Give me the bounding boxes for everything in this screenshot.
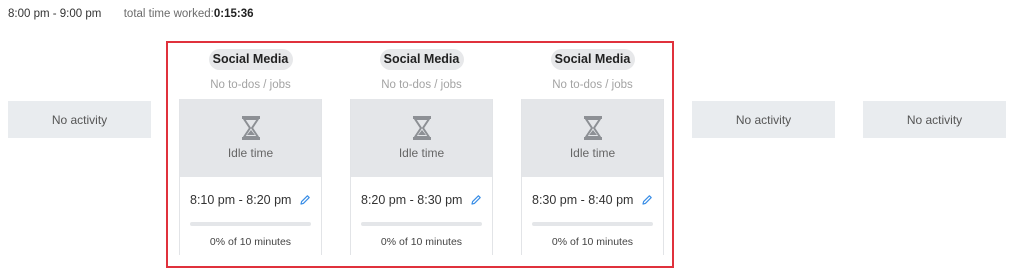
activity-percent: 0% of 10 minutes bbox=[380, 236, 463, 248]
idle-time-label: Idle time bbox=[569, 146, 616, 160]
no-activity-slot: No activity bbox=[863, 101, 1006, 138]
activity-percent: 0% of 10 minutes bbox=[551, 236, 634, 248]
hour-header: 8:00 pm - 9:00 pm total time worked:0:15… bbox=[8, 8, 254, 20]
todo-label: No to-dos / jobs bbox=[552, 79, 633, 91]
hourglass-icon bbox=[583, 116, 602, 140]
hourglass-icon bbox=[412, 116, 431, 140]
screenshot-area[interactable]: Idle time bbox=[180, 99, 321, 177]
idle-time-label: Idle time bbox=[227, 146, 274, 160]
pencil-icon[interactable] bbox=[299, 194, 311, 206]
progress-bar bbox=[190, 222, 311, 226]
pencil-icon[interactable] bbox=[641, 194, 653, 206]
no-activity-slot: No activity bbox=[692, 101, 835, 138]
screenshot-area[interactable]: Idle time bbox=[351, 99, 492, 177]
activity-card[interactable]: Idle time 8:10 pm - 8:20 pm 0% of 10 min… bbox=[179, 99, 322, 255]
activity-slot: Social Media No to-dos / jobs Idle time … bbox=[350, 49, 493, 255]
pencil-icon[interactable] bbox=[470, 194, 482, 206]
activity-slot: Social Media No to-dos / jobs Idle time … bbox=[521, 49, 664, 255]
no-activity-label: No activity bbox=[906, 112, 963, 127]
slot-time-range: 8:10 pm - 8:20 pm bbox=[190, 192, 292, 207]
hour-range: 8:00 pm - 9:00 pm bbox=[8, 8, 102, 20]
total-time-label: total time worked: bbox=[123, 8, 214, 20]
activity-card[interactable]: Idle time 8:30 pm - 8:40 pm 0% of 10 min… bbox=[521, 99, 664, 255]
activity-slot: Social Media No to-dos / jobs Idle time … bbox=[179, 49, 322, 255]
progress-bar bbox=[361, 222, 482, 226]
todo-label: No to-dos / jobs bbox=[210, 79, 291, 91]
no-activity-label: No activity bbox=[735, 112, 792, 127]
slot-time-range: 8:30 pm - 8:40 pm bbox=[532, 192, 634, 207]
no-activity-slot: No activity bbox=[8, 101, 151, 138]
idle-time-label: Idle time bbox=[398, 146, 445, 160]
project-tag: Social Media bbox=[208, 49, 293, 70]
project-tag: Social Media bbox=[379, 49, 464, 70]
slot-time-range: 8:20 pm - 8:30 pm bbox=[361, 192, 463, 207]
project-tag: Social Media bbox=[550, 49, 635, 70]
todo-label: No to-dos / jobs bbox=[381, 79, 462, 91]
progress-bar bbox=[532, 222, 653, 226]
total-time-value: 0:15:36 bbox=[213, 8, 254, 20]
no-activity-label: No activity bbox=[51, 112, 108, 127]
screenshot-area[interactable]: Idle time bbox=[522, 99, 663, 177]
activity-card[interactable]: Idle time 8:20 pm - 8:30 pm 0% of 10 min… bbox=[350, 99, 493, 255]
hourglass-icon bbox=[241, 116, 260, 140]
activity-percent: 0% of 10 minutes bbox=[209, 236, 292, 248]
